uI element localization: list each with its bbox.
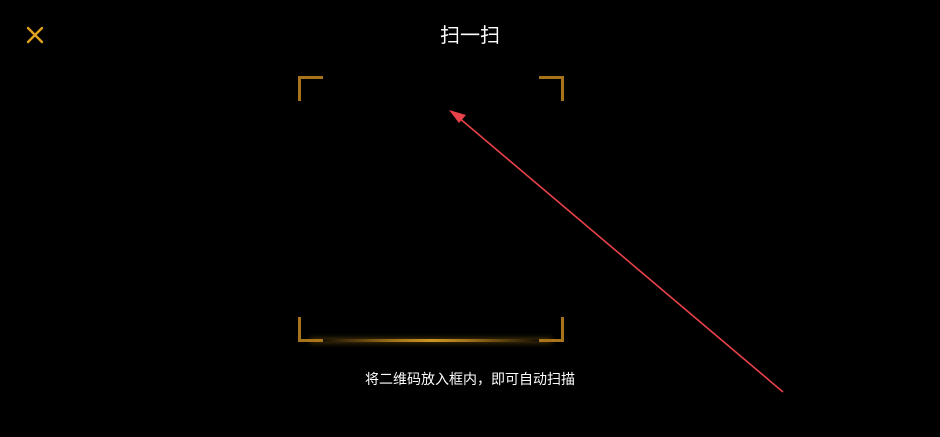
scan-frame-corner-top-left [298,76,323,101]
scan-frame-corner-top-right [539,76,564,101]
scan-frame [298,76,564,342]
scan-line [310,339,552,342]
page-title: 扫一扫 [440,23,500,47]
scan-hint: 将二维码放入框内，即可自动扫描 [365,372,575,388]
